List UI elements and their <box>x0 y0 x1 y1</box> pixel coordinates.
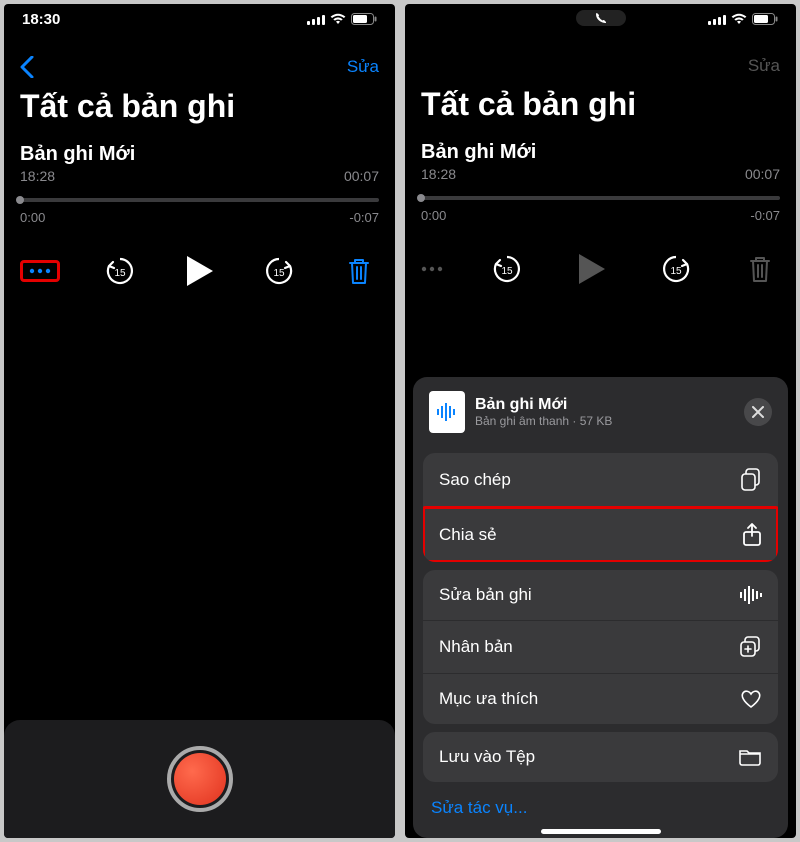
recording-title: Bản ghi Mới <box>4 137 395 166</box>
recording-duration: 00:07 <box>344 168 379 184</box>
status-right <box>307 13 377 25</box>
battery-icon <box>752 13 778 25</box>
edit-button[interactable]: Sửa <box>347 57 379 77</box>
scrub-end: -0:07 <box>349 210 379 225</box>
svg-text:15: 15 <box>670 266 682 277</box>
delete-button <box>740 249 780 289</box>
skip-forward-15-button[interactable]: 15 <box>259 251 299 291</box>
trash-icon <box>347 257 371 285</box>
phone-icon <box>595 12 607 24</box>
ellipsis-icon <box>29 267 51 275</box>
sheet-item-copy[interactable]: Sao chép <box>423 453 778 507</box>
scrubber <box>405 194 796 202</box>
copy-icon <box>740 468 762 492</box>
scrub-end: -0:07 <box>750 208 780 223</box>
wifi-icon <box>731 13 747 25</box>
wifi-icon <box>330 13 346 25</box>
recording-time: 18:28 <box>421 166 456 182</box>
folder-icon <box>738 748 762 766</box>
sheet-item-label: Lưu vào Tệp <box>439 747 535 767</box>
status-bar <box>405 4 796 30</box>
sheet-item-edit-recording[interactable]: Sửa bản ghi <box>423 570 778 620</box>
sheet-edit-actions-link[interactable]: Sửa tác vụ... <box>431 798 527 817</box>
skip-forward-15-icon: 15 <box>660 253 692 285</box>
sheet-item-label: Sửa bản ghi <box>439 585 532 605</box>
scrub-start: 0:00 <box>421 208 446 223</box>
skip-forward-15-icon: 15 <box>263 255 295 287</box>
ellipsis-icon <box>421 265 443 273</box>
trash-icon <box>748 255 772 283</box>
play-button[interactable] <box>180 251 220 291</box>
sheet-file-name: Bản ghi Mới <box>475 396 612 414</box>
back-button[interactable] <box>20 56 34 78</box>
svg-text:15: 15 <box>274 268 286 279</box>
delete-button[interactable] <box>339 251 379 291</box>
sheet-item-save-to-files[interactable]: Lưu vào Tệp <box>423 732 778 782</box>
close-icon <box>752 406 764 418</box>
page-title: Tất cả bản ghi <box>4 84 395 137</box>
record-bar <box>4 720 395 838</box>
sheet-item-duplicate[interactable]: Nhân bản <box>423 620 778 673</box>
chevron-left-icon <box>20 56 34 78</box>
action-sheet: Bản ghi Mới Bản ghi âm thanh · 57 KB Sao… <box>413 377 788 838</box>
svg-text:15: 15 <box>502 266 514 277</box>
status-time: 18:30 <box>22 11 60 28</box>
sheet-item-label: Mục ưa thích <box>439 689 538 709</box>
page-title: Tất cả bản ghi <box>405 82 796 135</box>
play-icon <box>577 252 607 286</box>
call-pill[interactable] <box>576 10 626 26</box>
play-icon <box>185 254 215 288</box>
skip-forward-15-button: 15 <box>656 249 696 289</box>
sheet-item-label: Chia sẻ <box>439 525 497 545</box>
skip-back-15-icon: 15 <box>491 253 523 285</box>
phone-right: Sửa Tất cả bản ghi Bản ghi Mới 18:28 00:… <box>405 4 796 838</box>
more-button <box>421 265 443 273</box>
status-bar: 18:30 <box>4 4 395 30</box>
scrub-start: 0:00 <box>20 210 45 225</box>
skip-back-15-button: 15 <box>487 249 527 289</box>
sheet-item-favorite[interactable]: Mục ưa thích <box>423 673 778 724</box>
home-indicator <box>541 829 661 834</box>
record-button[interactable] <box>167 746 233 812</box>
scrubber[interactable] <box>4 196 395 204</box>
recording-title: Bản ghi Mới <box>405 135 796 164</box>
heart-icon <box>740 689 762 709</box>
svg-text:15: 15 <box>114 268 126 279</box>
sheet-close-button[interactable] <box>744 398 772 426</box>
signal-icon <box>307 14 325 25</box>
sheet-item-share[interactable]: Chia sẻ <box>423 507 778 562</box>
sheet-item-label: Nhân bản <box>439 637 513 657</box>
skip-back-15-icon: 15 <box>104 255 136 287</box>
sheet-item-label: Sao chép <box>439 470 511 490</box>
duplicate-icon <box>740 636 762 658</box>
skip-back-15-button[interactable]: 15 <box>100 251 140 291</box>
recording-time: 18:28 <box>20 168 55 184</box>
signal-icon <box>708 14 726 25</box>
sheet-file-sub: Bản ghi âm thanh · 57 KB <box>475 414 612 428</box>
more-button[interactable] <box>20 260 60 282</box>
play-button <box>572 249 612 289</box>
file-audio-icon <box>429 391 465 433</box>
edit-button: Sửa <box>748 56 780 76</box>
share-icon <box>742 523 762 547</box>
battery-icon <box>351 13 377 25</box>
recording-duration: 00:07 <box>745 166 780 182</box>
status-right <box>708 13 778 25</box>
phone-left: 18:30 Sửa Tất cả bản ghi Bản ghi Mới 18:… <box>4 4 395 838</box>
waveform-icon <box>740 586 762 604</box>
